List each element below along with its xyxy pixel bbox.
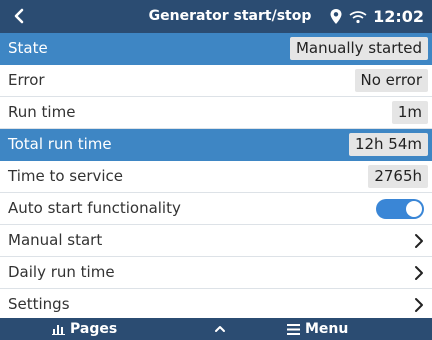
settings-list: State Manually started Error No error Ru…	[0, 33, 432, 321]
pages-button[interactable]: Pages	[52, 318, 117, 340]
chevron-right-icon	[415, 266, 423, 280]
menu-label: Menu	[305, 321, 349, 337]
manual-start-label: Manual start	[8, 231, 103, 249]
state-value: Manually started	[289, 37, 428, 60]
status-area: 12:02	[329, 0, 424, 33]
chevron-right-icon	[415, 298, 423, 312]
state-label: State	[8, 39, 48, 57]
row-daily-run-time[interactable]: Daily run time	[0, 257, 432, 289]
row-error[interactable]: Error No error	[0, 65, 432, 97]
settings-label: Settings	[8, 295, 70, 313]
location-pin-icon	[330, 9, 342, 24]
row-manual-start[interactable]: Manual start	[0, 225, 432, 257]
page-title: Generator start/stop	[148, 8, 312, 24]
error-label: Error	[8, 71, 45, 89]
device-screen: Generator start/stop 12:02 State Manuall…	[0, 0, 432, 340]
wifi-icon	[349, 10, 367, 23]
time-to-service-value: 2765h	[368, 165, 428, 188]
bottom-bar: Pages Menu	[0, 318, 432, 340]
row-auto-start[interactable]: Auto start functionality	[0, 193, 432, 225]
total-run-time-value: 12h 54m	[348, 133, 428, 156]
daily-run-time-label: Daily run time	[8, 263, 115, 281]
chevron-right-icon	[415, 234, 423, 248]
error-value: No error	[354, 69, 428, 92]
chevron-left-icon	[14, 8, 24, 24]
pages-label: Pages	[70, 321, 118, 337]
hamburger-menu-icon	[287, 323, 300, 335]
run-time-label: Run time	[8, 103, 76, 121]
chevron-up-icon[interactable]	[214, 323, 226, 335]
back-button[interactable]	[8, 5, 30, 27]
row-total-run-time[interactable]: Total run time 12h 54m	[0, 129, 432, 161]
row-state[interactable]: State Manually started	[0, 33, 432, 65]
row-time-to-service[interactable]: Time to service 2765h	[0, 161, 432, 193]
menu-button[interactable]: Menu	[287, 318, 348, 340]
title-bar: Generator start/stop 12:02	[0, 0, 432, 33]
auto-start-toggle[interactable]	[376, 199, 424, 219]
toggle-knob	[406, 201, 422, 217]
bar-chart-icon	[52, 325, 65, 335]
run-time-value: 1m	[391, 101, 428, 124]
total-run-time-label: Total run time	[8, 135, 112, 153]
clock: 12:02	[373, 7, 424, 26]
row-settings[interactable]: Settings	[0, 289, 432, 321]
auto-start-label: Auto start functionality	[8, 199, 181, 217]
row-run-time[interactable]: Run time 1m	[0, 97, 432, 129]
time-to-service-label: Time to service	[8, 167, 124, 185]
